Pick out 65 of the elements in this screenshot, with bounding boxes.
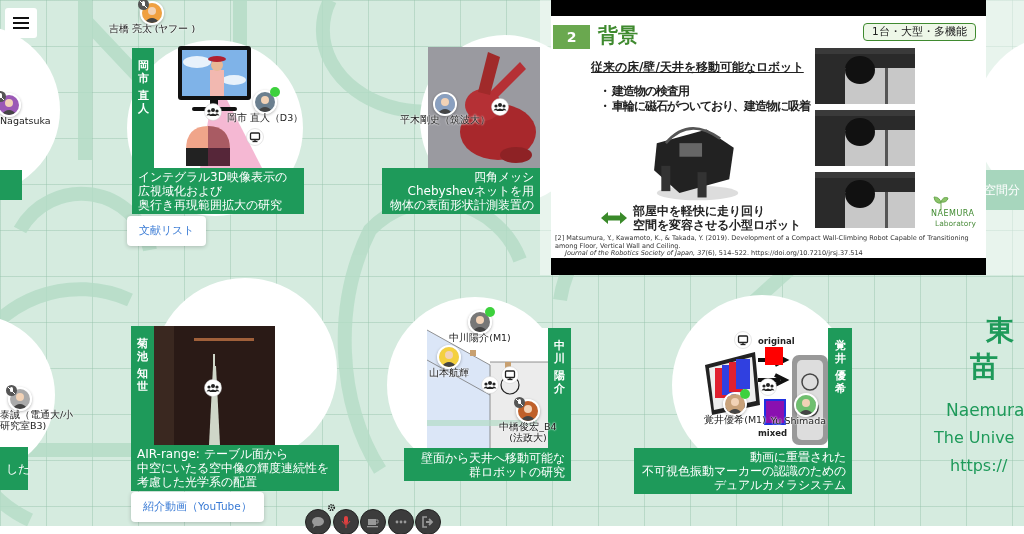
lab-info: https:// (950, 456, 1008, 475)
monitor-icon[interactable] (501, 366, 519, 384)
poster-title: 中空にいたる空中像の輝度連続性を (137, 461, 329, 475)
poster-title: 群ロボットの研究 (469, 464, 565, 479)
diagram-label: mixed (758, 428, 788, 438)
poster-title: 四角メッシ (474, 170, 534, 184)
presenter-name: 覚井 優希 (834, 340, 846, 396)
participant-name: 岡市 直人（D3） (226, 113, 304, 124)
lab-info: Naemura (946, 400, 1024, 420)
avatar[interactable] (433, 92, 457, 116)
slide-caption: 部屋中を軽快に走り回り 空間を変容させる小型ロボット (633, 204, 801, 233)
avatar[interactable] (794, 393, 818, 417)
diagram-label: original (758, 336, 795, 346)
exit-icon (421, 515, 435, 529)
lab-logo: NAEMURA (931, 209, 975, 218)
monitor-icon[interactable] (246, 128, 264, 146)
bullet-mark: ・ (599, 98, 610, 115)
poster-title: 不可視色振動マーカーの認識のための (642, 464, 846, 478)
poster-title: 壁面から天井へ移動可能な (421, 450, 565, 465)
people-icon[interactable] (491, 98, 509, 116)
menu-icon (12, 16, 30, 30)
bullet-item: 建造物の検査用 (612, 83, 689, 100)
slide-tag: 1台・大型・多機能 (863, 23, 976, 41)
poster-title: Chebyshevネットを用 (407, 184, 534, 198)
settings-icon[interactable] (327, 503, 336, 512)
speech-bubble-icon (311, 515, 325, 529)
poster-title: デュアルカメラシステム (714, 478, 846, 492)
monitor-icon[interactable] (734, 331, 752, 349)
bullet-mark: ・ (599, 83, 610, 100)
avatar[interactable] (723, 392, 747, 416)
participant-name: 山本航輝 (429, 368, 469, 379)
sprout-icon (933, 196, 949, 210)
participant-name: 中川陽介(M1) (449, 333, 511, 344)
link-button[interactable]: 紹介動画（YouTube） (131, 492, 264, 522)
slide-heading: 従来の床/壁/天井を移動可能なロボット (591, 59, 804, 76)
presenter-name: 中川 陽介 (554, 340, 565, 396)
link-button[interactable]: 文献リスト (127, 216, 206, 246)
poster-title: 動画に重畳された (750, 450, 846, 464)
people-icon[interactable] (204, 103, 222, 121)
participant-name: Nagatsuka (0, 116, 51, 127)
title-bar (0, 170, 22, 200)
lab-title: 東 (986, 313, 1014, 349)
avatar[interactable] (253, 90, 277, 114)
people-icon[interactable] (481, 376, 499, 394)
presenter-name: 菊池 知世 (137, 338, 148, 394)
avatar[interactable] (468, 310, 492, 334)
lab-title: 苗 (970, 349, 998, 385)
participant-name: 吉橋 亮太 (ヤフー ) (108, 24, 196, 35)
participant-name: 泰誠（電通大/小 研究室B3) (0, 410, 74, 432)
poster-title: 広視域化および (138, 184, 222, 198)
double-arrow-icon (601, 212, 627, 224)
lab-info: The Unive (934, 428, 1015, 447)
menu-button[interactable] (5, 8, 37, 38)
people-icon[interactable] (204, 379, 222, 397)
poster-title: 奥行き再現範囲拡大の研究 (138, 198, 282, 212)
poster-title: 考慮した光学系の配置 (137, 475, 257, 489)
avatar[interactable] (437, 345, 461, 369)
section-number: 2 (553, 25, 590, 49)
slide-title: 背景 (598, 22, 638, 49)
poster-title: AIR-range: テーブル面から (137, 447, 288, 461)
presenter-name: 岡市 直人 (137, 60, 149, 116)
poster-title: 物体の表面形状計測装置の (390, 198, 534, 212)
people-icon[interactable] (759, 378, 777, 396)
bullet-item: 車輪に磁石がついており、建造物に吸着 (612, 98, 810, 115)
poster-title: インテグラル3D映像表示の (138, 170, 287, 184)
